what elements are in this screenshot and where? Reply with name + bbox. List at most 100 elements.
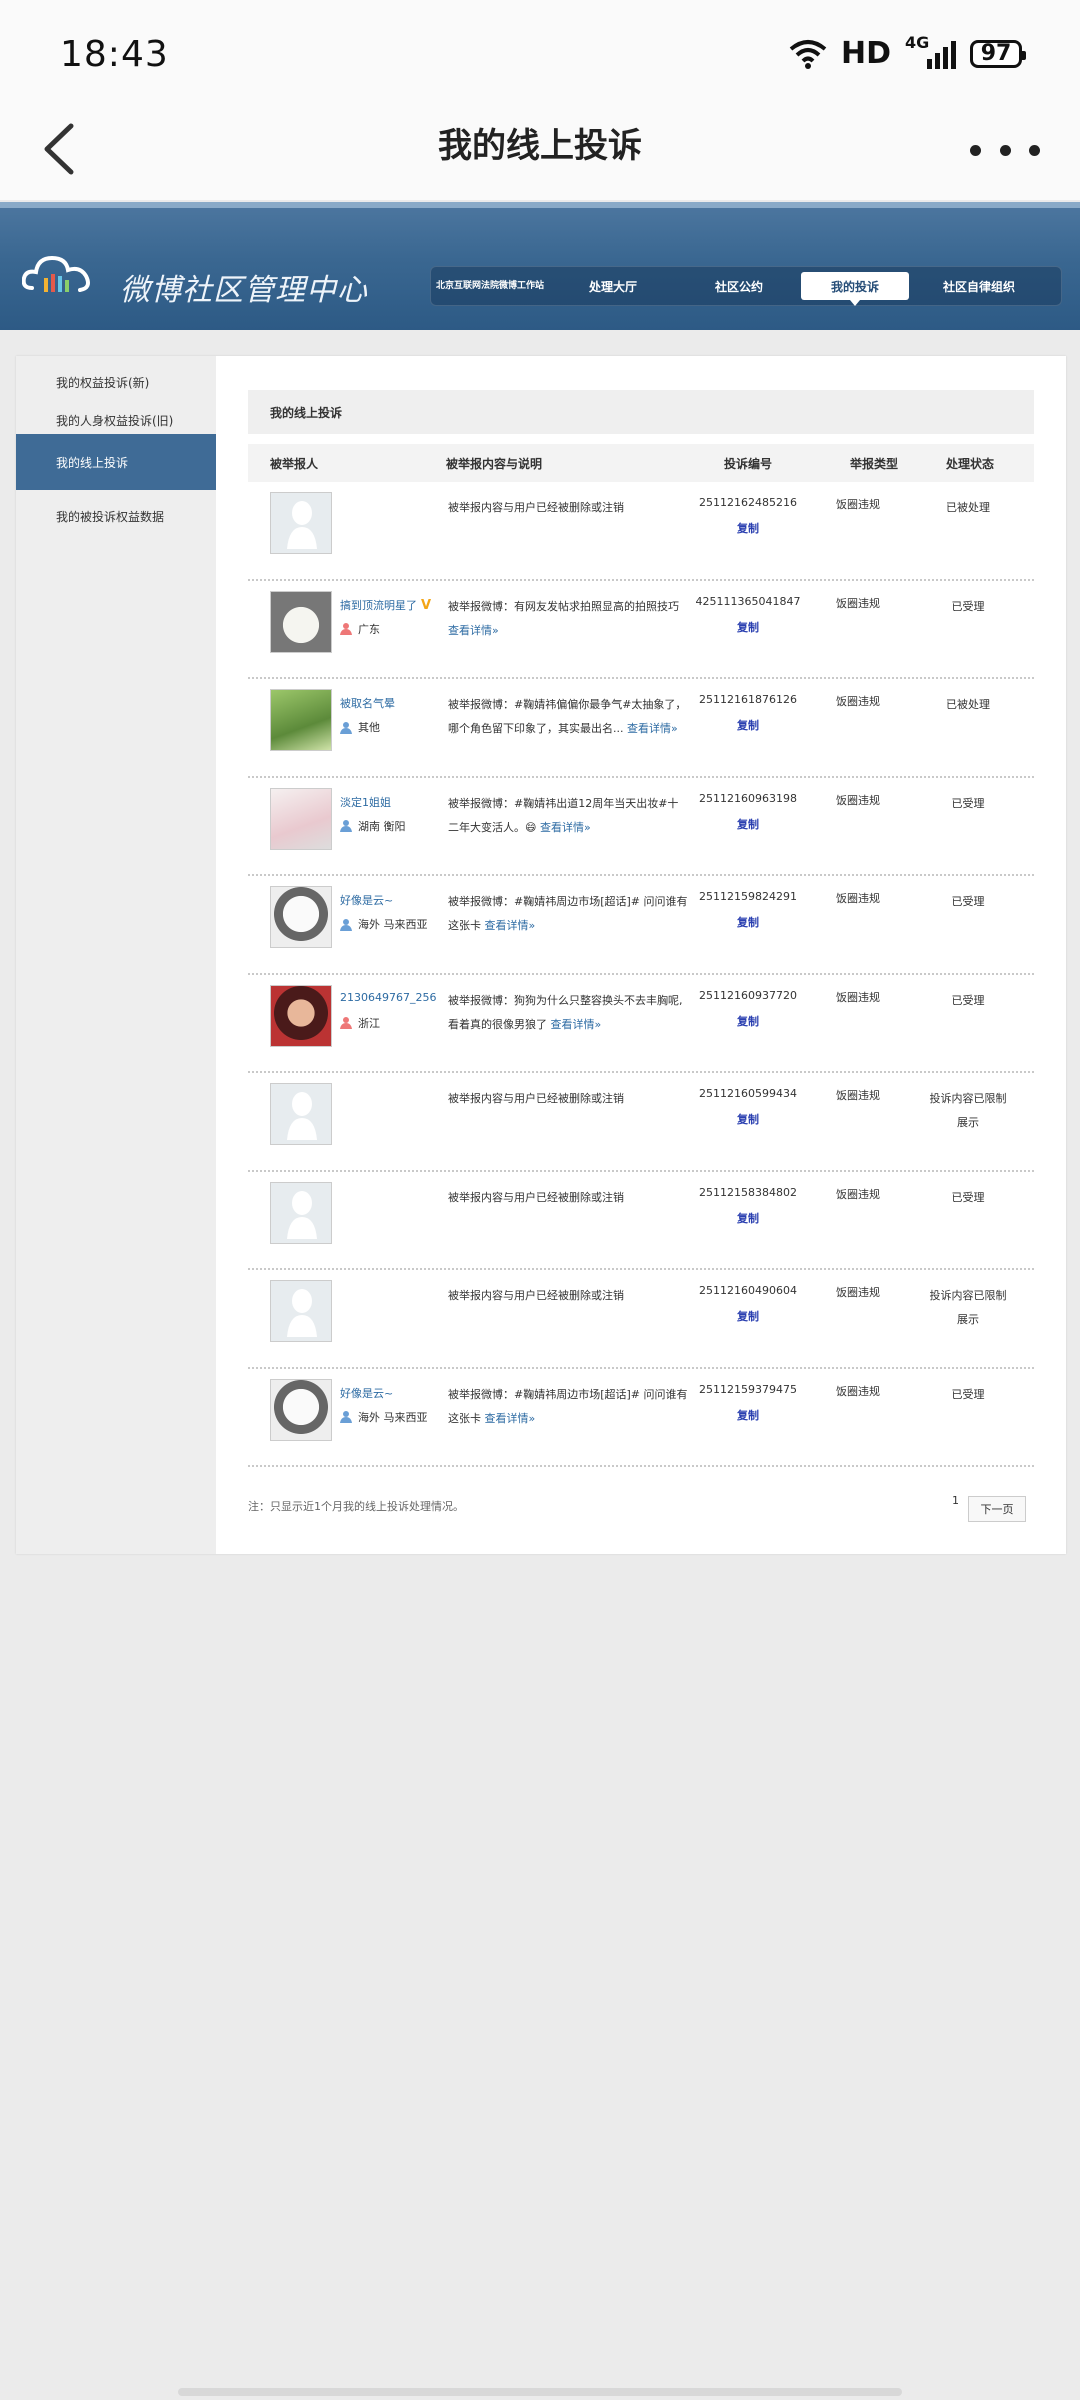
copy-button[interactable]: 复制 bbox=[688, 816, 808, 832]
view-details-link[interactable]: 查看详情» bbox=[627, 722, 678, 735]
user-name-text[interactable]: 搞到顶流明星了 bbox=[340, 599, 417, 612]
user-location: 其他 bbox=[340, 719, 380, 735]
view-details-link[interactable]: 查看详情» bbox=[448, 624, 499, 637]
complaint-number: 25112160963198 bbox=[699, 791, 797, 805]
default-avatar-icon bbox=[287, 1190, 317, 1239]
report-type: 饭圈违规 bbox=[836, 793, 880, 807]
complaints-content: 我的线上投诉 被举报人 被举报内容与说明 投诉编号 举报类型 处理状态 被举报内… bbox=[248, 390, 1034, 1467]
nav-item-convention[interactable]: 社区公约 bbox=[677, 272, 801, 300]
user-location: 海外 马来西亚 bbox=[340, 1409, 428, 1425]
reported-user-name[interactable]: 2130649767_256 bbox=[340, 991, 436, 1004]
user-name-text[interactable]: 好像是云~ bbox=[340, 1387, 393, 1400]
person-icon bbox=[340, 820, 352, 832]
status-text: 投诉内容已限制展示 bbox=[929, 1092, 1007, 1129]
location-text: 其他 bbox=[358, 721, 380, 734]
description-text: 被举报内容与用户已经被删除或注销 bbox=[448, 1190, 624, 1204]
more-button[interactable] bbox=[970, 132, 1040, 168]
avatar[interactable] bbox=[270, 689, 332, 751]
default-avatar-icon bbox=[287, 501, 317, 549]
nav-item-hall[interactable]: 处理大厅 bbox=[549, 272, 677, 300]
app-bar: 我的线上投诉 bbox=[0, 100, 1080, 200]
user-location: 湖南 衡阳 bbox=[340, 818, 406, 834]
reported-user-name[interactable]: 搞到顶流明星了 V bbox=[340, 597, 431, 613]
column-header-reported-user: 被举报人 bbox=[270, 457, 319, 471]
complaint-description: 被举报内容与用户已经被删除或注销 bbox=[448, 1186, 688, 1210]
user-name-text[interactable]: 好像是云~ bbox=[340, 894, 393, 907]
copy-button[interactable]: 复制 bbox=[688, 1407, 808, 1423]
reported-user-name[interactable]: 好像是云~ bbox=[340, 892, 393, 908]
reported-user-name[interactable]: 淡定1姐姐 bbox=[340, 794, 391, 810]
column-header-type: 举报类型 bbox=[850, 457, 899, 471]
reported-user-name[interactable]: 好像是云~ bbox=[340, 1385, 393, 1401]
report-type: 饭圈违规 bbox=[836, 892, 880, 905]
description-text: 被举报内容与用户已经被删除或注销 bbox=[448, 1092, 624, 1105]
complaint-description: 被举报内容与用户已经被删除或注销 bbox=[448, 1284, 688, 1308]
status-text: 已受理 bbox=[951, 993, 985, 1007]
copy-button[interactable]: 复制 bbox=[688, 1210, 808, 1226]
content-header: 我的线上投诉 bbox=[248, 390, 1034, 434]
description-text: 被举报内容与用户已经被删除或注销 bbox=[448, 1289, 624, 1302]
copy-button[interactable]: 复制 bbox=[688, 1111, 808, 1127]
more-dot-icon bbox=[999, 144, 1011, 156]
column-header-content: 被举报内容与说明 bbox=[446, 457, 543, 471]
copy-button[interactable]: 复制 bbox=[688, 520, 808, 536]
nav-item-court-station[interactable]: 北京互联网法院微博工作站 bbox=[431, 272, 549, 300]
copy-button[interactable]: 复制 bbox=[688, 914, 808, 930]
description-text: 被举报内容与用户已经被删除或注销 bbox=[448, 501, 624, 514]
copy-button[interactable]: 复制 bbox=[688, 1308, 808, 1324]
copy-button[interactable]: 复制 bbox=[688, 717, 808, 733]
table-row: 好像是云~ 海外 马来西亚 被举报微博：#鞠婧祎周边市场[超话]# 问问谁有这张… bbox=[248, 876, 1034, 975]
person-icon bbox=[340, 918, 352, 931]
top-nav: 北京互联网法院微博工作站 处理大厅 社区公约 我的投诉 社区自律组织 bbox=[430, 266, 1062, 306]
user-name-text[interactable]: 2130649767_256 bbox=[340, 991, 436, 1004]
report-type: 饭圈违规 bbox=[836, 1384, 880, 1398]
avatar bbox=[270, 1083, 332, 1145]
view-details-link[interactable]: 查看详情» bbox=[540, 821, 591, 834]
reported-user-name[interactable]: 被取名气晕 bbox=[340, 695, 395, 711]
nav-item-my-complaints[interactable]: 我的投诉 bbox=[801, 272, 909, 306]
sidebar-item-complained-data[interactable]: 我的被投诉权益数据 bbox=[16, 490, 216, 542]
report-type: 饭圈违规 bbox=[836, 498, 880, 511]
avatar[interactable] bbox=[270, 886, 332, 948]
sidebar-item-online-complaints[interactable]: 我的线上投诉 bbox=[16, 434, 216, 490]
avatar[interactable] bbox=[270, 984, 332, 1047]
wifi-icon bbox=[789, 39, 827, 69]
avatar[interactable] bbox=[270, 1378, 332, 1441]
nav-item-self-regulation[interactable]: 社区自律组织 bbox=[909, 272, 1049, 300]
copy-button[interactable]: 复制 bbox=[688, 1013, 808, 1029]
view-details-link[interactable]: 查看详情» bbox=[485, 919, 536, 932]
complaint-number: 25112160937720 bbox=[699, 988, 797, 1002]
view-details-link[interactable]: 查看详情» bbox=[485, 1412, 536, 1425]
description-text: 被举报微博：有网友发帖求拍照显高的拍照技巧 bbox=[448, 599, 679, 613]
avatar[interactable] bbox=[270, 590, 332, 653]
location-text: 海外 马来西亚 bbox=[358, 1410, 428, 1424]
pager-next-button[interactable]: 下一页 bbox=[968, 1496, 1026, 1522]
avatar bbox=[270, 1280, 332, 1342]
home-indicator bbox=[178, 2388, 902, 2396]
avatar bbox=[270, 492, 332, 554]
complaint-description: 被举报微博：狗狗为什么只整容换头不去丰胸呢,看着真的很像男狼了 查看详情» bbox=[448, 989, 688, 1037]
battery-icon: 97 bbox=[970, 39, 1026, 68]
user-name-text[interactable]: 被取名气晕 bbox=[340, 697, 395, 710]
table-header: 被举报人 被举报内容与说明 投诉编号 举报类型 处理状态 bbox=[248, 444, 1034, 482]
complaint-number: 25112160599434 bbox=[699, 1087, 797, 1100]
default-avatar-icon bbox=[287, 1289, 317, 1337]
default-avatar-icon bbox=[287, 1092, 317, 1140]
view-details-link[interactable]: 查看详情» bbox=[551, 1018, 602, 1031]
avatar[interactable] bbox=[270, 787, 332, 850]
user-name-text[interactable]: 淡定1姐姐 bbox=[340, 796, 391, 809]
status-text: 已被处理 bbox=[946, 501, 990, 514]
column-header-number: 投诉编号 bbox=[724, 457, 773, 471]
table-row: 淡定1姐姐 湖南 衡阳 被举报微博：#鞠婧祎出道12周年当天出妆#十二年大变活人… bbox=[248, 778, 1034, 876]
table-row: 被举报内容与用户已经被删除或注销 25112160490604 复制 饭圈违规 … bbox=[248, 1270, 1034, 1369]
status-text: 已被处理 bbox=[946, 698, 990, 711]
complaint-description: 被举报微博：有网友发帖求拍照显高的拍照技巧 查看详情» bbox=[448, 595, 688, 643]
location-text: 海外 马来西亚 bbox=[358, 918, 428, 931]
cell-label: 4G bbox=[905, 32, 930, 52]
footer-note: 注：只显示近1个月我的线上投诉处理情况。 bbox=[248, 1500, 464, 1513]
sidebar: 我的权益投诉(新) 我的人身权益投诉(旧) 我的线上投诉 我的被投诉权益数据 bbox=[16, 356, 216, 1554]
location-text: 浙江 bbox=[358, 1016, 380, 1030]
copy-button[interactable]: 复制 bbox=[688, 619, 808, 635]
pager-current-page[interactable]: 1 bbox=[952, 1494, 959, 1507]
status-time: 18:43 bbox=[60, 34, 169, 75]
